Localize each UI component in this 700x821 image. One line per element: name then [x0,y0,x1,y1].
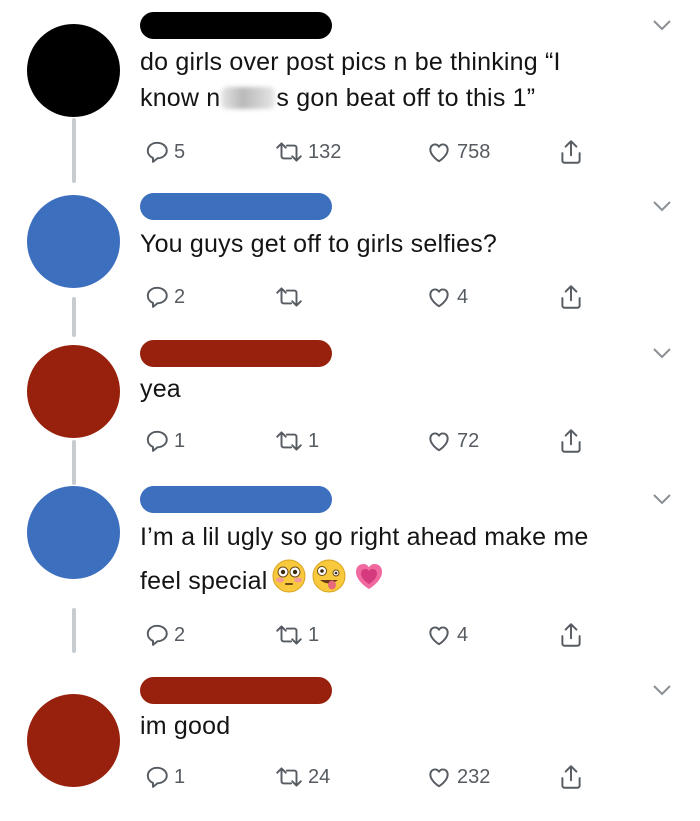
retweet-button[interactable]: 1 [274,620,319,650]
retweet-count: 132 [308,140,342,163]
like-button[interactable]: 758 [425,137,490,167]
like-button[interactable]: 4 [425,620,468,650]
reply-icon [146,141,168,163]
redacted-username [140,677,332,704]
tweet-text-fragment: feel special [140,567,268,595]
tweet[interactable]: im good 1 24 232 [0,665,700,821]
reply-button[interactable]: 1 [144,426,185,456]
reply-icon [146,286,168,308]
share-icon [561,765,581,789]
retweet-button[interactable] [274,282,308,312]
chevron-down-icon[interactable] [652,492,672,506]
tweet-actions: 1 24 232 [140,762,640,792]
reply-button[interactable]: 5 [144,137,185,167]
tweet-text: yea [140,371,680,407]
share-button[interactable] [558,426,584,456]
censored-word [221,87,276,109]
share-button[interactable] [558,282,584,312]
retweet-icon [276,142,302,162]
retweet-icon [276,625,302,645]
tweet-text-line: I’m a lil ugly so go right ahead make me [140,523,589,551]
like-count: 232 [457,765,491,788]
heart-icon [429,768,449,788]
reply-button[interactable]: 2 [144,282,185,312]
retweet-icon [276,767,302,787]
heart-icon [429,143,449,163]
retweet-count: 24 [308,765,331,788]
retweet-count: 1 [308,429,320,452]
heart-icon [429,432,449,452]
chevron-down-icon[interactable] [652,18,672,32]
tweet-actions: 1 1 72 [140,426,640,456]
avatar[interactable] [27,195,120,288]
like-count: 758 [457,140,491,163]
tweet[interactable]: You guys get off to girls selfies? 2 4 [0,180,700,340]
like-count: 4 [457,285,469,308]
tweet[interactable]: do girls over post pics n be thinking “I… [0,0,700,180]
tweet-text-line: You guys get off to girls selfies? [140,230,498,258]
reply-count: 1 [174,429,186,452]
tweet[interactable]: I’m a lil ugly so go right ahead make me… [0,475,700,665]
share-icon [561,285,581,309]
avatar[interactable] [27,694,120,787]
flushed-face-emoji [271,558,307,607]
heart-icon [429,288,449,308]
reply-button[interactable]: 2 [144,620,185,650]
share-icon [561,140,581,164]
chevron-down-icon[interactable] [652,346,672,360]
retweet-button[interactable]: 24 [274,762,330,792]
tweet-text: do girls over post pics n be thinking “I… [140,44,680,116]
chevron-down-icon[interactable] [652,199,672,213]
tweet-text-fragment: s gon beat off to this 1” [276,84,536,112]
reply-count: 5 [174,140,186,163]
share-button[interactable] [558,762,584,792]
share-icon [561,429,581,453]
tweet-actions: 2 1 4 [140,620,640,650]
like-button[interactable]: 232 [425,762,490,792]
redacted-username [140,340,332,367]
tweet-thread: do girls over post pics n be thinking “I… [0,0,700,821]
like-count: 4 [457,623,469,646]
tweet-text-fragment: know n [140,84,221,112]
tweet-actions: 2 4 [140,282,640,312]
share-icon [561,623,581,647]
avatar[interactable] [27,24,120,117]
tweet-text: im good [140,708,680,744]
reply-icon [146,766,168,788]
reply-icon [146,624,168,646]
reply-button[interactable]: 1 [144,762,185,792]
retweet-icon [276,287,302,307]
tweet[interactable]: yea 1 1 72 [0,325,700,475]
reply-count: 1 [174,765,186,788]
retweet-icon [276,431,302,451]
share-button[interactable] [558,137,584,167]
reply-count: 2 [174,285,186,308]
redacted-username [140,193,332,220]
tweet-text: You guys get off to girls selfies? [140,226,680,262]
chevron-down-icon[interactable] [652,683,672,697]
growing-heart-emoji [351,558,387,607]
tweet-text: I’m a lil ugly so go right ahead make me… [140,516,680,607]
tweet-actions: 5 132 758 [140,137,640,167]
like-count: 72 [457,429,480,452]
tweet-text-line: yea [140,375,181,403]
retweet-button[interactable]: 1 [274,426,319,456]
avatar[interactable] [27,486,120,579]
redacted-username [140,486,332,513]
heart-icon [429,626,449,646]
tweet-text-line: do girls over post pics n be thinking “I [140,48,561,76]
avatar[interactable] [27,345,120,438]
tweet-text-line: im good [140,712,231,740]
redacted-username [140,12,332,39]
reply-icon [146,430,168,452]
zany-face-emoji [311,558,347,607]
share-button[interactable] [558,620,584,650]
reply-count: 2 [174,623,186,646]
retweet-button[interactable]: 132 [274,137,341,167]
tweet-text-line: feel special [140,558,680,607]
tweet-text-line: know n s gon beat off to this 1” [140,80,680,116]
like-button[interactable]: 4 [425,282,468,312]
like-button[interactable]: 72 [425,426,479,456]
retweet-count: 1 [308,623,320,646]
